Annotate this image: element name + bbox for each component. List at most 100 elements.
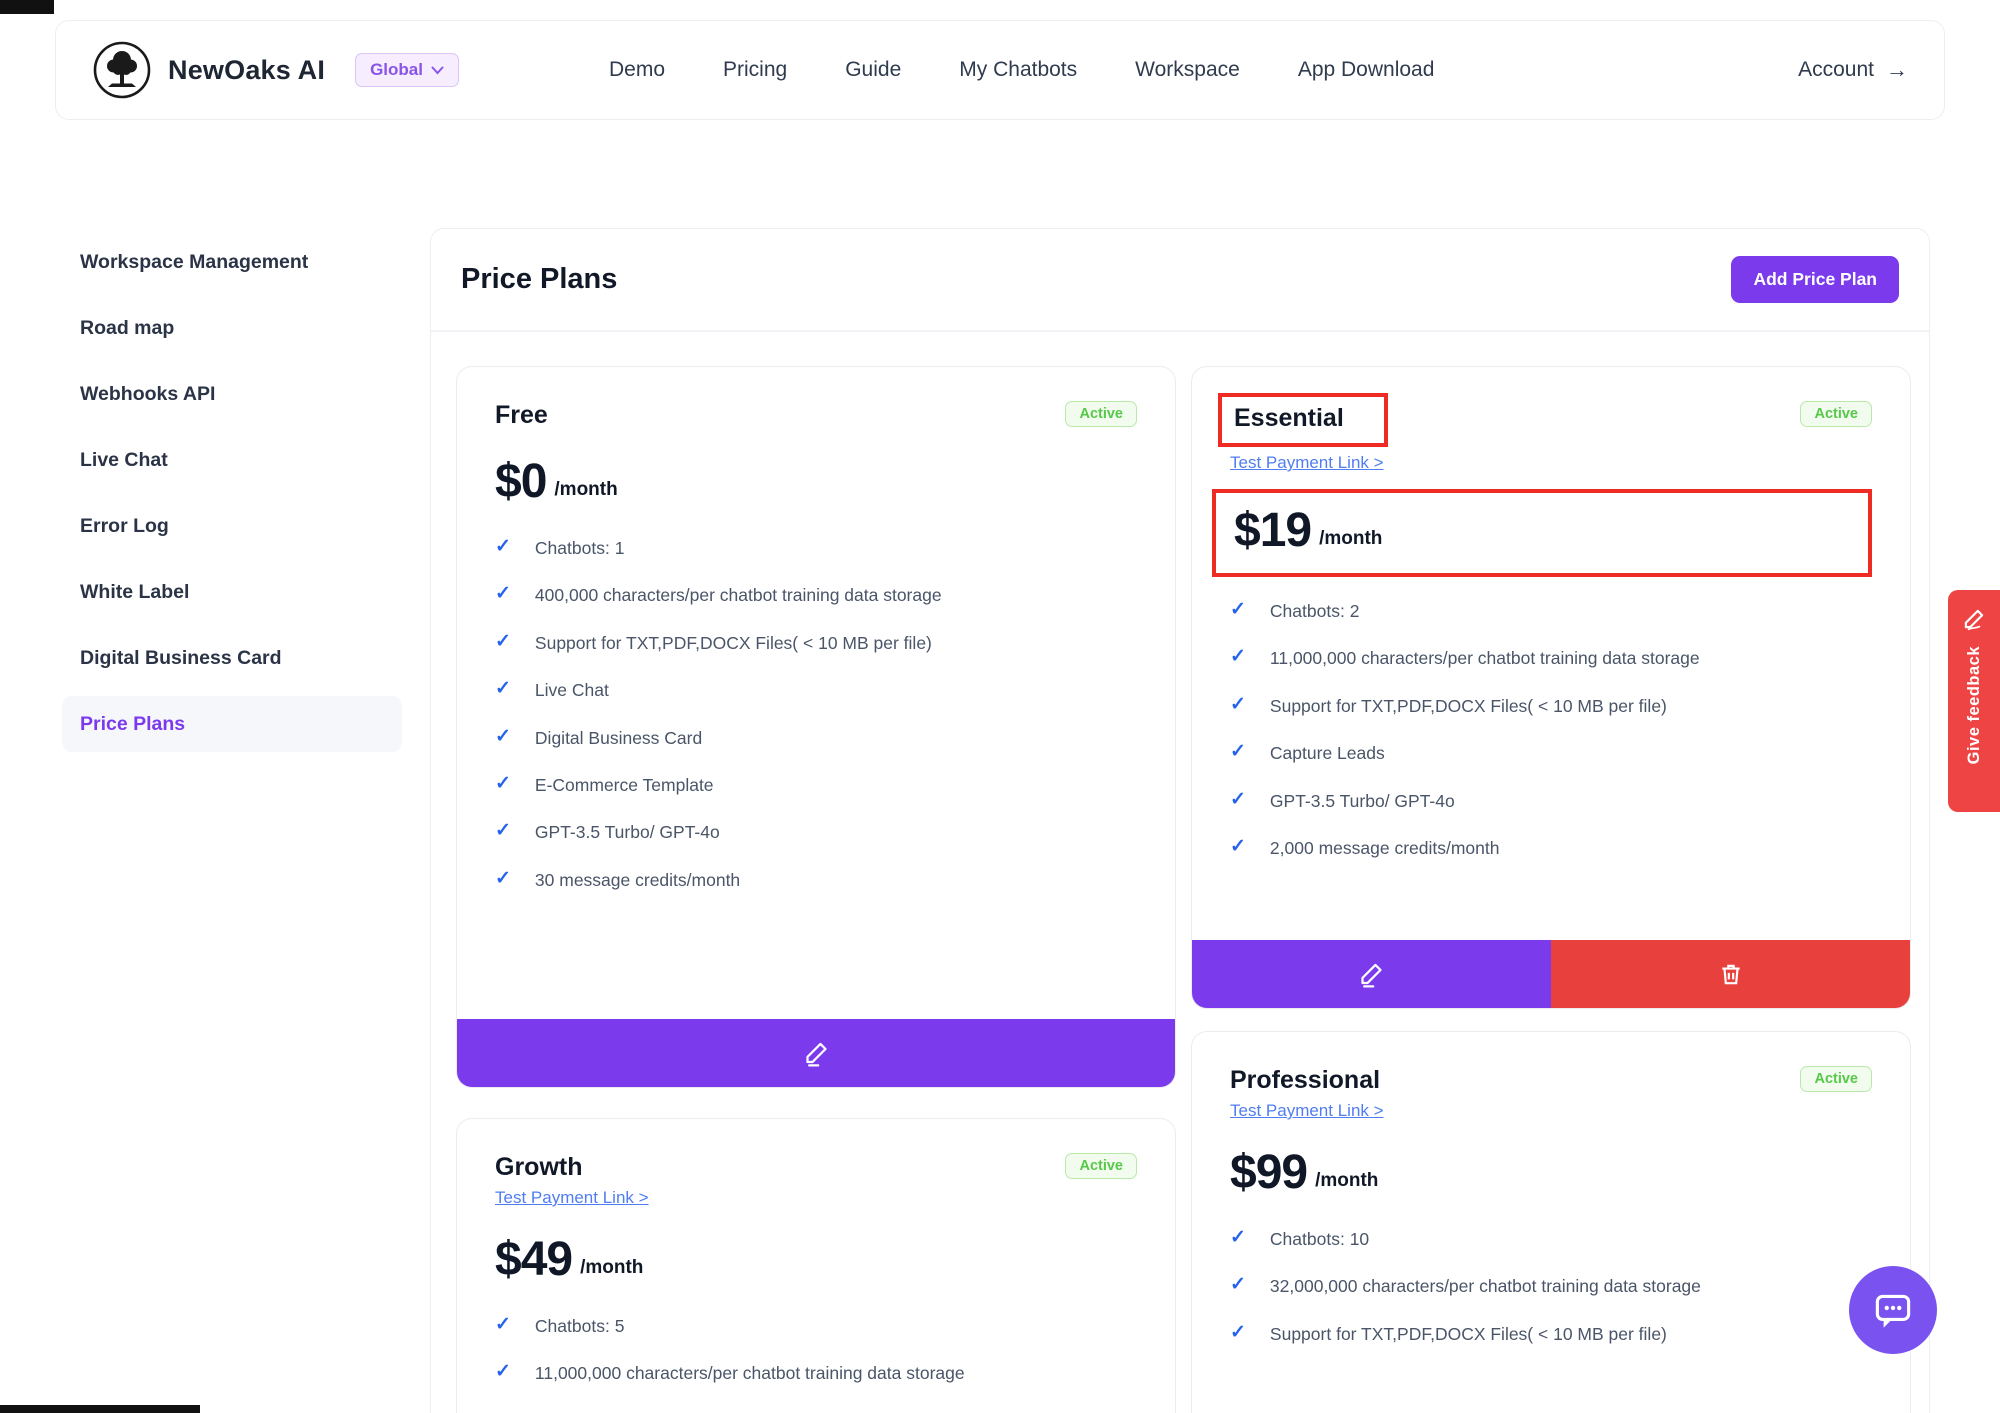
plan-header-professional: Professional Active (1230, 1066, 1872, 1095)
plans-column-left: FreeActive $0/month ✓Chatbots: 1 ✓400,000 c… (456, 366, 1176, 1413)
plan-card-professional: Professional Active Test Payment Link > $99… (1191, 1031, 1911, 1413)
sidebar-item-road-map[interactable]: Road map (62, 300, 402, 356)
screenshot-artifact-bottom (0, 1405, 200, 1413)
check-icon: ✓ (495, 536, 511, 559)
tree-logo-icon (92, 40, 152, 100)
trash-icon (1718, 961, 1744, 987)
status-badge-professional: Active (1800, 1066, 1872, 1092)
chat-widget-button[interactable] (1849, 1266, 1937, 1354)
check-icon: ✓ (495, 868, 511, 891)
region-label: Global (370, 60, 423, 80)
add-price-plan-button[interactable]: Add Price Plan (1731, 256, 1899, 303)
check-icon: ✓ (1230, 741, 1246, 764)
feedback-pencil-icon (1961, 606, 1987, 632)
feedback-label: Give feedback (1965, 646, 1984, 764)
sidebar: Workspace Management Road map Webhooks A… (62, 234, 402, 762)
feature-item: ✓ Capture Leads (1230, 741, 1872, 766)
feature-item: ✓Chatbots: 10 (1230, 1227, 1872, 1252)
edit-plan-button-free[interactable] (457, 1019, 1175, 1087)
nav-link-app-download[interactable]: App Download (1298, 58, 1435, 82)
feature-item: ✓ Chatbots: 5 (495, 1314, 1137, 1339)
sidebar-item-live-chat[interactable]: Live Chat (62, 432, 402, 488)
check-icon: ✓ (495, 820, 511, 843)
plan-price-growth: $49/month (495, 1236, 1137, 1284)
region-dropdown[interactable]: Global (355, 53, 459, 87)
feature-label: Live Chat (535, 678, 609, 703)
panel-header: Price Plans Add Price Plan (431, 229, 1929, 332)
feature-item: ✓400,000 characters/per chatbot training… (495, 583, 1137, 608)
test-payment-link-professional[interactable]: Test Payment Link > (1230, 1101, 1384, 1121)
brand-name: NewOaks AI (168, 55, 325, 86)
account-label: Account (1798, 58, 1874, 82)
feature-label: Chatbots: 5 (535, 1314, 625, 1339)
account-link[interactable]: Account → (1798, 57, 1908, 83)
feature-label: 30 message credits/month (535, 868, 740, 893)
nav-link-my-chatbots[interactable]: My Chatbots (959, 58, 1077, 82)
feature-label: GPT-3.5 Turbo/ GPT-4o (535, 820, 720, 845)
price-amount: $99 (1230, 1149, 1307, 1197)
plan-actions-free (457, 1019, 1175, 1087)
feature-label: Chatbots: 2 (1270, 599, 1360, 624)
top-navbar: NewOaks AI Global Demo Pricing Guide My … (55, 20, 1945, 120)
feature-item: ✓ GPT-3.5 Turbo/ GPT-4o (495, 820, 1137, 845)
feature-item: ✓Chatbots: 1 (495, 536, 1137, 561)
sidebar-item-workspace-management[interactable]: Workspace Management (62, 234, 402, 290)
feature-label: GPT-3.5 Turbo/ GPT-4o (1270, 789, 1455, 814)
nav-link-guide[interactable]: Guide (845, 58, 901, 82)
price-amount: $19 (1234, 507, 1311, 555)
nav-link-pricing[interactable]: Pricing (723, 58, 787, 82)
check-icon: ✓ (1230, 1274, 1246, 1297)
delete-plan-button-essential[interactable] (1551, 940, 1910, 1008)
give-feedback-tab[interactable]: Give feedback (1948, 590, 2000, 812)
sidebar-item-price-plans[interactable]: Price Plans (62, 696, 402, 752)
plan-price-professional: $99/month (1230, 1149, 1872, 1197)
check-icon: ✓ (495, 1361, 511, 1384)
feature-label: 32,000,000 characters/per chatbot traini… (1270, 1274, 1701, 1299)
screenshot-artifact-top (0, 0, 54, 14)
sidebar-item-error-log[interactable]: Error Log (62, 498, 402, 554)
pencil-icon (1358, 961, 1385, 988)
plan-header-free: FreeActive (495, 401, 1137, 430)
feature-label: 11,000,000 characters/per chatbot traini… (535, 1361, 965, 1386)
plans-column-right: EssentialActive Test Payment Link > $19/mo… (1191, 366, 1911, 1413)
sidebar-item-digital-business-card[interactable]: Digital Business Card (62, 630, 402, 686)
feature-item: ✓E-Commerce Template (495, 773, 1137, 798)
nav-link-workspace[interactable]: Workspace (1135, 58, 1240, 82)
plan-price-essential: $19/month (1234, 507, 1840, 555)
plan-header-essential: EssentialActive (1230, 401, 1872, 447)
price-period: /month (1315, 1170, 1378, 1192)
nav-link-demo[interactable]: Demo (609, 58, 665, 82)
feature-item: ✓Live Chat (495, 678, 1137, 703)
price-amount: $0 (495, 458, 546, 506)
feature-label: Support for TXT,PDF,DOCX Files( < 10 MB … (1270, 694, 1667, 719)
feature-item: ✓2,000 message credits/month (1230, 836, 1872, 861)
feature-label: E-Commerce Template (535, 773, 714, 798)
test-payment-link-essential[interactable]: Test Payment Link > (1230, 453, 1384, 473)
main-nav: Demo Pricing Guide My Chatbots Workspace… (609, 58, 1434, 82)
check-icon: ✓ (495, 726, 511, 749)
price-plans-panel: Price Plans Add Price Plan FreeActive $0 /… (430, 228, 1930, 1413)
check-icon: ✓ (495, 1314, 511, 1337)
feature-label: 2,000 message credits/month (1270, 836, 1500, 861)
edit-plan-button-essential[interactable] (1192, 940, 1551, 1008)
sidebar-item-webhooks-api[interactable]: Webhooks API (62, 366, 402, 422)
feature-item: ✓Support for TXT,PDF,DOCX Files( < 10 MB… (1230, 1322, 1872, 1347)
test-payment-link-growth[interactable]: Test Payment Link > (495, 1188, 649, 1208)
plan-actions-essential (1192, 940, 1910, 1008)
check-icon: ✓ (1230, 694, 1246, 717)
feature-item: ✓Support for TXT,PDF,DOCX Files( < 10 MB… (495, 631, 1137, 656)
plan-title-professional: Professional (1230, 1066, 1380, 1095)
feature-list-growth: ✓ Chatbots: 5 ✓ 11,000,000 characters/per c… (495, 1314, 1137, 1409)
feature-item: ✓ 30 message credits/month (495, 868, 1137, 893)
feature-item: ✓ 32,000,000 characters/per chatbot train… (1230, 1274, 1872, 1299)
price-period: /month (580, 1257, 643, 1279)
feature-label: Capture Leads (1270, 741, 1385, 766)
check-icon: ✓ (1230, 789, 1246, 812)
sidebar-item-white-label[interactable]: White Label (62, 564, 402, 620)
price-period: /month (1319, 528, 1382, 550)
feature-list-free: ✓Chatbots: 1 ✓400,000 characters/per chat… (495, 536, 1137, 915)
chevron-down-icon (431, 66, 444, 75)
feature-list-essential: ✓Chatbots: 2✓11,000,000 characters/per c… (1230, 599, 1872, 883)
feature-label: Support for TXT,PDF,DOCX Files( < 10 MB … (1270, 1322, 1667, 1347)
page-title: Price Plans (461, 263, 617, 296)
